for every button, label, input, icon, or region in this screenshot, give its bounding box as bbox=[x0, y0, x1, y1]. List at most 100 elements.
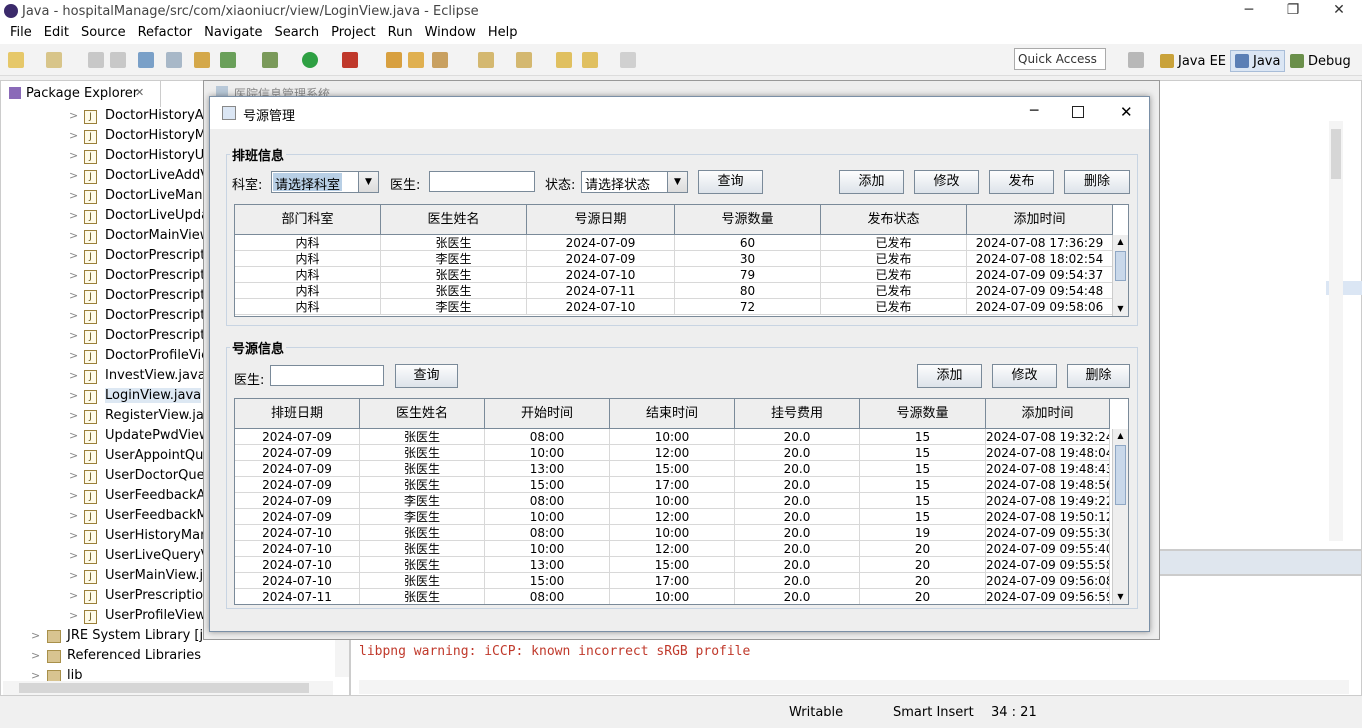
tree-h-scroll-thumb[interactable] bbox=[19, 683, 309, 693]
source-delete-button[interactable]: 删除 bbox=[1067, 364, 1130, 388]
schedule-publish-button[interactable]: 发布 bbox=[989, 170, 1054, 194]
table-row[interactable]: 2024-07-11 张医生 08:00 10:00 20.0 20 2024-07-09 … bbox=[235, 589, 1110, 604]
open-folder-icon[interactable] bbox=[408, 52, 424, 68]
chevron-right-icon[interactable]: > bbox=[69, 149, 78, 162]
tree-library-item[interactable]: > Referenced Libraries bbox=[1, 647, 346, 667]
chevron-right-icon[interactable]: > bbox=[69, 109, 78, 122]
close-icon[interactable]: ✕ bbox=[1324, 2, 1354, 18]
menu-search[interactable]: Search bbox=[268, 24, 325, 44]
chevron-right-icon[interactable]: > bbox=[69, 209, 78, 222]
forward-icon[interactable] bbox=[620, 52, 636, 68]
column-header[interactable]: 医生姓名 bbox=[360, 399, 485, 428]
scroll-up-icon[interactable]: ▲ bbox=[1113, 235, 1128, 249]
chevron-right-icon[interactable]: > bbox=[31, 649, 40, 662]
table-row[interactable]: 内科 李医生 2024-07-09 30 已发布 2024-07-08 18:02:54 bbox=[235, 251, 1113, 267]
save-all-icon[interactable] bbox=[110, 52, 126, 68]
close-view-icon[interactable]: ✕ bbox=[135, 86, 144, 99]
chevron-right-icon[interactable]: > bbox=[69, 409, 78, 422]
table-row[interactable]: 2024-07-09 李医生 08:00 10:00 20.0 15 2024-07-08 … bbox=[235, 493, 1110, 509]
column-header[interactable]: 号源数量 bbox=[860, 399, 986, 428]
source-table-scrollbar[interactable]: ▲ ▼ bbox=[1112, 429, 1128, 604]
build-icon[interactable] bbox=[194, 52, 210, 68]
search-tool-icon[interactable] bbox=[432, 52, 448, 68]
chevron-right-icon[interactable]: > bbox=[69, 569, 78, 582]
scroll-thumb[interactable] bbox=[1115, 445, 1126, 505]
chevron-right-icon[interactable]: > bbox=[69, 449, 78, 462]
last-edit-icon[interactable] bbox=[556, 52, 572, 68]
table-row[interactable]: 内科 李医生 2024-07-10 72 已发布 2024-07-09 09:58:06 bbox=[235, 299, 1113, 315]
perspective-debug[interactable]: Debug bbox=[1286, 50, 1355, 72]
next-annotation-icon[interactable] bbox=[478, 52, 494, 68]
editor-vertical-scrollbar[interactable] bbox=[1329, 121, 1343, 541]
quick-access-input[interactable]: Quick Access bbox=[1014, 48, 1106, 70]
column-header[interactable]: 部门科室 bbox=[235, 205, 381, 234]
dialog-maximize-icon[interactable] bbox=[1072, 106, 1084, 118]
new-package-icon[interactable] bbox=[46, 52, 62, 68]
refresh-icon[interactable] bbox=[220, 52, 236, 68]
minimize-icon[interactable]: ─ bbox=[1234, 2, 1264, 18]
source-query-button[interactable]: 查询 bbox=[395, 364, 458, 388]
chevron-right-icon[interactable]: > bbox=[69, 229, 78, 242]
maximize-icon[interactable]: ❐ bbox=[1278, 2, 1308, 18]
menu-navigate[interactable]: Navigate bbox=[198, 24, 268, 44]
terminal-icon[interactable] bbox=[138, 52, 154, 68]
source-edit-button[interactable]: 修改 bbox=[992, 364, 1057, 388]
menu-project[interactable]: Project bbox=[325, 24, 381, 44]
menu-window[interactable]: Window bbox=[419, 24, 482, 44]
column-header[interactable]: 开始时间 bbox=[485, 399, 610, 428]
run-icon[interactable] bbox=[302, 52, 318, 68]
chevron-right-icon[interactable]: > bbox=[69, 509, 78, 522]
menu-refactor[interactable]: Refactor bbox=[132, 24, 199, 44]
chevron-right-icon[interactable]: > bbox=[69, 369, 78, 382]
schedule-table-scrollbar[interactable]: ▲ ▼ bbox=[1112, 235, 1128, 316]
column-header[interactable]: 添加时间 bbox=[986, 399, 1110, 428]
chevron-right-icon[interactable]: > bbox=[69, 289, 78, 302]
chevron-right-icon[interactable]: > bbox=[69, 529, 78, 542]
schedule-doctor-input[interactable] bbox=[429, 171, 535, 192]
skip-breakpoints-icon[interactable] bbox=[166, 52, 182, 68]
chevron-right-icon[interactable]: > bbox=[69, 269, 78, 282]
chevron-right-icon[interactable]: > bbox=[69, 489, 78, 502]
debug-icon[interactable] bbox=[262, 52, 278, 68]
table-row[interactable]: 2024-07-09 张医生 13:00 15:00 20.0 15 2024-07-08 … bbox=[235, 461, 1110, 477]
column-header[interactable]: 发布状态 bbox=[821, 205, 967, 234]
table-row[interactable]: 内科 张医生 2024-07-10 79 已发布 2024-07-09 09:54:37 bbox=[235, 267, 1113, 283]
column-header[interactable]: 号源数量 bbox=[675, 205, 821, 234]
table-row[interactable]: 2024-07-10 张医生 15:00 17:00 20.0 20 2024-07-09 … bbox=[235, 573, 1110, 589]
console-h-scrollbar[interactable] bbox=[359, 680, 1349, 694]
chevron-right-icon[interactable]: > bbox=[69, 249, 78, 262]
source-add-button[interactable]: 添加 bbox=[917, 364, 982, 388]
chevron-right-icon[interactable]: > bbox=[69, 169, 78, 182]
menu-run[interactable]: Run bbox=[382, 24, 419, 44]
column-header[interactable]: 挂号费用 bbox=[735, 399, 860, 428]
chevron-right-icon[interactable]: > bbox=[69, 389, 78, 402]
chevron-right-icon[interactable]: > bbox=[69, 189, 78, 202]
perspective-java[interactable]: Java bbox=[1230, 50, 1286, 72]
new-icon[interactable] bbox=[8, 52, 24, 68]
table-row[interactable]: 2024-07-10 张医生 13:00 15:00 20.0 20 2024-07-09 … bbox=[235, 557, 1110, 573]
save-icon[interactable] bbox=[88, 52, 104, 68]
scroll-down-icon[interactable]: ▼ bbox=[1113, 590, 1128, 604]
schedule-delete-button[interactable]: 删除 bbox=[1064, 170, 1130, 194]
table-row[interactable]: 内科 张医生 2024-07-09 60 已发布 2024-07-08 17:36:29 bbox=[235, 235, 1113, 251]
back-icon[interactable] bbox=[582, 52, 598, 68]
table-row[interactable]: 2024-07-09 张医生 15:00 17:00 20.0 15 2024-07-08 … bbox=[235, 477, 1110, 493]
column-header[interactable]: 添加时间 bbox=[967, 205, 1113, 234]
status-select[interactable]: 请选择状态 ▼ bbox=[581, 171, 688, 193]
package-explorer-tab[interactable]: Package Explorer ✕ bbox=[1, 81, 161, 107]
scroll-up-icon[interactable]: ▲ bbox=[1113, 429, 1128, 443]
table-row[interactable]: 内科 张医生 2024-07-11 80 已发布 2024-07-09 09:54:48 bbox=[235, 283, 1113, 299]
chevron-right-icon[interactable]: > bbox=[69, 609, 78, 622]
schedule-add-button[interactable]: 添加 bbox=[839, 170, 904, 194]
chevron-right-icon[interactable]: > bbox=[69, 469, 78, 482]
table-row[interactable]: 2024-07-09 张医生 08:00 10:00 20.0 15 2024-07-08 … bbox=[235, 429, 1110, 445]
open-type-icon[interactable] bbox=[386, 52, 402, 68]
scroll-down-icon[interactable]: ▼ bbox=[1113, 302, 1128, 316]
table-row[interactable]: 2024-07-10 张医生 10:00 12:00 20.0 20 2024-07-09 … bbox=[235, 541, 1110, 557]
table-row[interactable]: 2024-07-09 李医生 10:00 12:00 20.0 15 2024-07-08 … bbox=[235, 509, 1110, 525]
scroll-thumb[interactable] bbox=[1115, 251, 1126, 281]
chevron-right-icon[interactable]: > bbox=[69, 429, 78, 442]
editor-scroll-thumb[interactable] bbox=[1331, 129, 1341, 179]
chevron-right-icon[interactable]: > bbox=[69, 309, 78, 322]
schedule-edit-button[interactable]: 修改 bbox=[914, 170, 979, 194]
